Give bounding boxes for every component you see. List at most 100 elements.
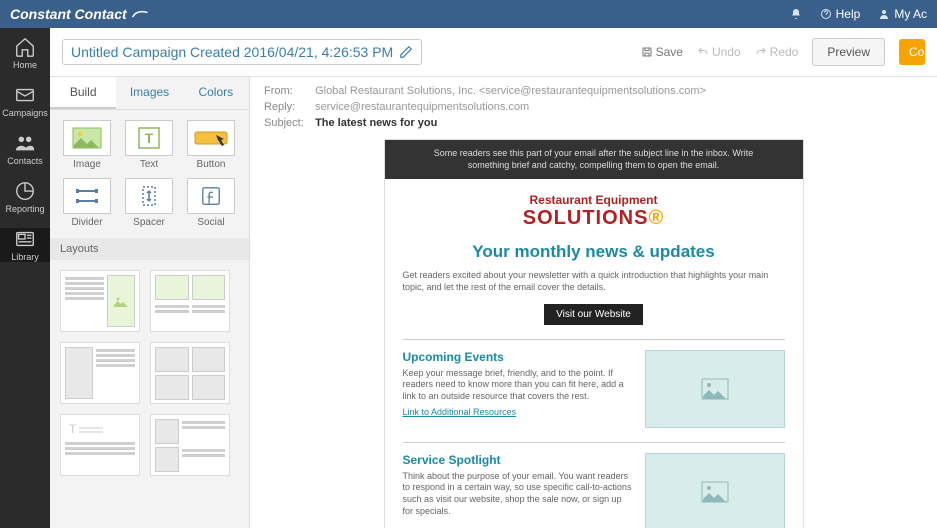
- email-subject[interactable]: Subject: The latest news for you: [264, 117, 923, 129]
- continue-button[interactable]: Co: [899, 39, 925, 65]
- tab-images[interactable]: Images: [116, 77, 182, 109]
- home-icon: [14, 36, 36, 58]
- pie-chart-icon: [14, 180, 36, 202]
- reply-value: service@restaurantequipmentsolutions.com: [315, 101, 529, 113]
- email-preview: Some readers see this part of your email…: [384, 139, 804, 528]
- title-bar: Untitled Campaign Created 2016/04/21, 4:…: [50, 28, 937, 77]
- nav-campaigns[interactable]: Campaigns: [0, 84, 50, 118]
- nav-contacts[interactable]: Contacts: [0, 132, 50, 166]
- block-label: Image: [60, 159, 114, 170]
- image-icon: [701, 378, 729, 400]
- section-service-spotlight[interactable]: Service Spotlight Think about the purpos…: [403, 453, 785, 528]
- block-label: Spacer: [122, 217, 176, 228]
- headline-block[interactable]: Your monthly news & updates: [403, 242, 785, 262]
- redo-label: Redo: [770, 45, 799, 59]
- text-icon: T: [137, 126, 161, 150]
- email-reply[interactable]: Reply: service@restaurantequipmentsoluti…: [264, 101, 923, 113]
- layout-thumb[interactable]: [60, 270, 140, 332]
- brand-swoosh-icon: [131, 8, 149, 20]
- subject-value: The latest news for you: [315, 117, 437, 129]
- block-label: Social: [184, 217, 238, 228]
- layout-thumb[interactable]: T: [60, 414, 140, 476]
- block-text[interactable]: T Text: [122, 120, 176, 170]
- block-divider[interactable]: Divider: [60, 178, 114, 228]
- divider-line: [403, 442, 785, 443]
- pencil-icon: [399, 45, 413, 59]
- social-icon: [200, 185, 222, 207]
- undo-icon: [697, 46, 709, 58]
- block-social[interactable]: Social: [184, 178, 238, 228]
- preview-button[interactable]: Preview: [812, 38, 885, 66]
- undo-label: Undo: [712, 45, 741, 59]
- layouts-palette: T: [50, 260, 249, 486]
- builder-sidebar: Build Images Colors Image T Text: [50, 77, 250, 528]
- help-label: Help: [836, 7, 861, 21]
- brand-logo: Constant Contact: [10, 6, 149, 22]
- nav-reporting[interactable]: Reporting: [0, 180, 50, 214]
- campaign-title-input[interactable]: Untitled Campaign Created 2016/04/21, 4:…: [62, 39, 422, 65]
- layout-thumb[interactable]: [150, 342, 230, 404]
- preheader-block[interactable]: Some readers see this part of your email…: [385, 140, 803, 179]
- people-icon: [14, 132, 36, 154]
- block-button[interactable]: Button: [184, 120, 238, 170]
- intro-text-block[interactable]: Get readers excited about your newslette…: [403, 270, 785, 293]
- block-palette: Image T Text Button Divider: [50, 110, 249, 238]
- nav-label: Reporting: [0, 204, 50, 214]
- layouts-heading: Layouts: [50, 238, 249, 260]
- image-icon: [113, 295, 129, 307]
- account-link[interactable]: My Ac: [878, 7, 927, 21]
- save-icon: [641, 46, 653, 58]
- block-spacer[interactable]: Spacer: [122, 178, 176, 228]
- help-icon: [820, 8, 832, 20]
- nav-label: Home: [0, 60, 50, 70]
- nav-home[interactable]: Home: [0, 36, 50, 70]
- section-upcoming-events[interactable]: Upcoming Events Keep your message brief,…: [403, 350, 785, 428]
- email-canvas: From: Global Restaurant Solutions, Inc. …: [250, 77, 937, 528]
- logo-line1: Restaurant Equipment: [403, 193, 785, 207]
- subject-label: Subject:: [264, 117, 312, 129]
- nav-label: Campaigns: [0, 108, 50, 118]
- block-image[interactable]: Image: [60, 120, 114, 170]
- block-label: Divider: [60, 217, 114, 228]
- top-bar: Constant Contact Help My Ac: [0, 0, 937, 28]
- layout-thumb[interactable]: [150, 414, 230, 476]
- brand-text: Constant Contact: [10, 6, 127, 22]
- image-placeholder[interactable]: [645, 350, 785, 428]
- from-label: From:: [264, 85, 312, 97]
- account-label: My Ac: [894, 7, 927, 21]
- redo-button[interactable]: Redo: [755, 45, 799, 59]
- library-icon: [14, 228, 36, 250]
- svg-text:T: T: [69, 422, 77, 436]
- user-icon: [878, 8, 890, 20]
- image-icon: [701, 481, 729, 503]
- email-from[interactable]: From: Global Restaurant Solutions, Inc. …: [264, 85, 923, 97]
- from-value: Global Restaurant Solutions, Inc. <servi…: [315, 85, 706, 97]
- layout-thumb[interactable]: [150, 270, 230, 332]
- help-link[interactable]: Help: [820, 7, 861, 21]
- notifications-button[interactable]: [790, 8, 802, 20]
- button-icon: [194, 128, 228, 148]
- cta-button-block[interactable]: Visit our Website: [403, 304, 785, 325]
- section-body: Think about the purpose of your email. Y…: [403, 471, 633, 518]
- left-nav: Home Campaigns Contacts Reporting Librar…: [0, 28, 50, 528]
- envelope-stack-icon: [14, 84, 36, 106]
- undo-button[interactable]: Undo: [697, 45, 741, 59]
- sidebar-tabs: Build Images Colors: [50, 77, 249, 110]
- save-button[interactable]: Save: [641, 45, 683, 59]
- section-link[interactable]: Link to Additional Resources: [403, 407, 517, 417]
- nav-label: Contacts: [0, 156, 50, 166]
- section-title: Upcoming Events: [403, 350, 633, 364]
- logo-line2: SOLUTIONS: [523, 207, 649, 229]
- nav-library[interactable]: Library: [0, 228, 50, 262]
- text-icon: T: [65, 422, 105, 436]
- image-placeholder[interactable]: [645, 453, 785, 528]
- tab-colors[interactable]: Colors: [183, 77, 249, 109]
- tab-build[interactable]: Build: [50, 77, 116, 109]
- spacer-icon: [137, 184, 161, 208]
- logo-block[interactable]: Restaurant Equipment SOLUTIONS®: [403, 193, 785, 230]
- divider-icon: [72, 185, 102, 207]
- layout-thumb[interactable]: [60, 342, 140, 404]
- reply-label: Reply:: [264, 101, 312, 113]
- bell-icon: [790, 8, 802, 20]
- cta-label: Visit our Website: [544, 304, 643, 325]
